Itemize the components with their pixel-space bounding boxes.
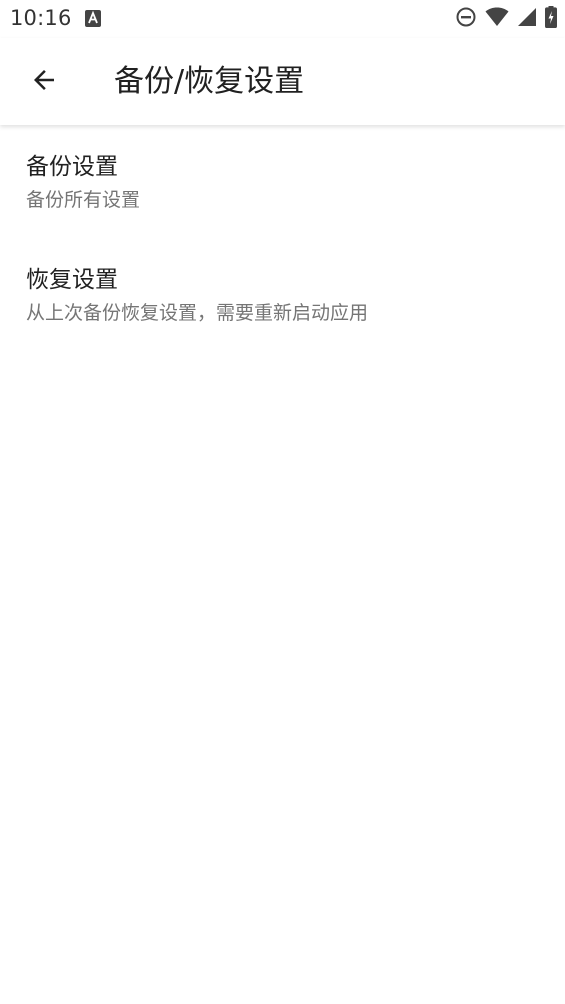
status-bar: 10:16 [0,0,565,38]
preference-title: 恢复设置 [26,267,118,293]
preference-title: 备份设置 [26,154,118,180]
page-title: 备份/恢复设置 [114,64,305,99]
wifi-icon [485,7,509,31]
toolbar: 备份/恢复设置 [0,38,565,125]
preference-summary: 从上次备份恢复设置，需要重新启动应用 [26,302,369,324]
backup-settings-item[interactable]: 备份设置 备份所有设置 [0,126,565,239]
cell-signal-icon [517,7,537,31]
battery-charging-icon [545,6,557,32]
arrow-back-icon [29,65,59,99]
back-button[interactable] [20,58,68,106]
preference-list: 备份设置 备份所有设置 恢复设置 从上次备份恢复设置，需要重新启动应用 [0,126,565,352]
font-a-icon [85,10,101,27]
restore-settings-item[interactable]: 恢复设置 从上次备份恢复设置，需要重新启动应用 [0,239,565,352]
preference-summary: 备份所有设置 [26,189,141,211]
do-not-disturb-icon [455,6,477,32]
status-time: 10:16 [10,6,72,30]
status-icons [455,6,557,32]
